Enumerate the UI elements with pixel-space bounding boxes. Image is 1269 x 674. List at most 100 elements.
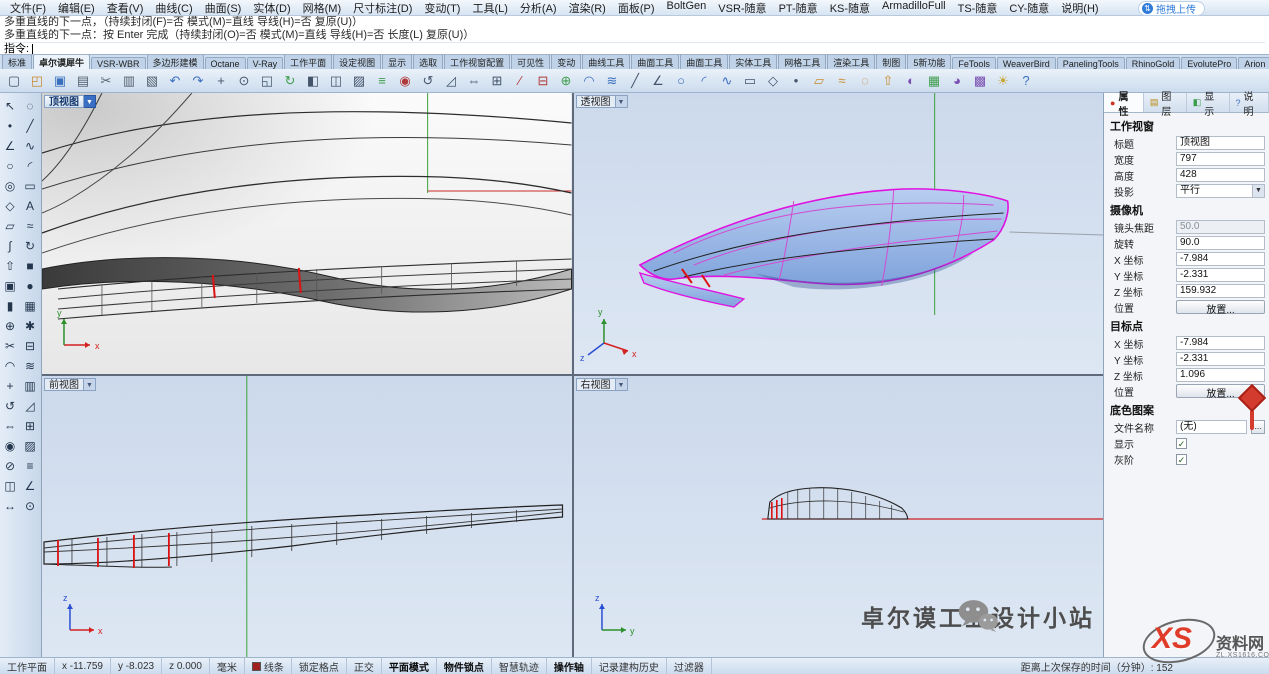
polyline-icon[interactable]: ∠ [647,71,669,91]
viewport-menu-arrow-icon[interactable]: ▼ [616,95,628,108]
toggle-操作轴[interactable]: 操作轴 [547,658,592,674]
zoom-icon[interactable]: ⊙ [20,496,40,516]
freeform-curve-icon[interactable]: ∿ [716,71,738,91]
front-view-canvas[interactable]: z x [42,376,572,657]
menu-item-曲面(S)[interactable]: 曲面(S) [199,0,248,16]
panel-row-value[interactable]: 1.096 [1176,368,1265,382]
viewport-right[interactable]: z y 右视图 ▼ 卓尔谟工业设计小站 [574,376,1104,657]
tab-曲面工具-15[interactable]: 曲面工具 [680,55,728,69]
group-icon[interactable]: ◫ [0,476,20,496]
zoom-icon[interactable]: ⊙ [233,71,255,91]
layer-icon[interactable]: ≡ [20,456,40,476]
menu-item-曲线(C)[interactable]: 曲线(C) [149,0,198,16]
revolve-icon[interactable]: ↻ [20,236,40,256]
toggle-智慧轨迹[interactable]: 智慧轨迹 [492,658,547,674]
tab-选取-9[interactable]: 选取 [413,55,443,69]
checkbox[interactable]: ✓ [1176,438,1187,449]
menu-item-文件(F)[interactable]: 文件(F) [4,0,52,16]
panel-row-value[interactable]: 159.932 [1176,284,1265,298]
ellipse-icon[interactable]: ◎ [0,176,20,196]
viewport-menu-arrow-icon[interactable]: ▼ [84,95,96,108]
menu-item-编辑(E)[interactable]: 编辑(E) [52,0,101,16]
tab-网格工具-17[interactable]: 网格工具 [778,55,826,69]
tab-显示-8[interactable]: 显示 [382,55,412,69]
panel-tab-属性[interactable]: ●属性 [1104,93,1144,112]
menu-item-ArmadilloFull[interactable]: ArmadilloFull [876,0,952,16]
material-icon[interactable]: ▩ [969,71,991,91]
tab-制图-19[interactable]: 制图 [876,55,906,69]
split-icon[interactable]: ⊟ [20,336,40,356]
tab-RhinoGold-24[interactable]: RhinoGold [1126,57,1181,69]
fillet-icon[interactable]: ◠ [0,356,20,376]
wireframe-view-icon[interactable]: ◫ [325,71,347,91]
panel-row-value[interactable]: 顶视图 [1176,136,1265,150]
tab-工作平面-6[interactable]: 工作平面 [284,55,332,69]
place-button[interactable]: 放置... [1176,300,1265,314]
menu-item-CY-随意[interactable]: CY-随意 [1003,0,1055,16]
trim-icon[interactable]: ∕ [509,71,531,91]
viewport-menu-arrow-icon[interactable]: ▼ [84,378,96,391]
panel-row-value[interactable]: 90.0 [1176,236,1265,250]
tab-PanelingTools-23[interactable]: PanelingTools [1057,57,1125,69]
upload-button[interactable]: ⇅ 拖拽上传 [1138,1,1205,16]
point-icon[interactable]: • [0,116,20,136]
hide-icon[interactable]: ▨ [20,436,40,456]
mirror-icon[interactable]: ⇔ [463,71,485,91]
viewport-top[interactable]: x y 顶视图 ▼ [42,93,572,374]
tab-FeTools-21[interactable]: FeTools [952,57,996,69]
menu-item-实体(D)[interactable]: 实体(D) [247,0,296,16]
tab-曲面工具-14[interactable]: 曲面工具 [631,55,679,69]
tab-5新功能-20[interactable]: 5新功能 [907,55,951,69]
line-icon[interactable]: ╱ [20,116,40,136]
menu-item-分析(A)[interactable]: 分析(A) [514,0,563,16]
redo-icon[interactable]: ↷ [187,71,209,91]
viewport-label-perspective[interactable]: 透视图 ▼ [576,95,628,108]
boolean-icon[interactable]: ◐ [900,71,922,91]
menu-item-KS-随意[interactable]: KS-随意 [824,0,876,16]
offset-icon[interactable]: ≋ [601,71,623,91]
top-view-canvas[interactable]: x y [42,93,572,374]
select-icon[interactable]: ↖ [0,96,20,116]
tab-VSR-WBR-2[interactable]: VSR-WBR [91,57,146,69]
copy-icon[interactable]: ▥ [118,71,140,91]
tab-曲线工具-13[interactable]: 曲线工具 [582,55,630,69]
toggle-物件锁点[interactable]: 物件锁点 [437,658,492,674]
menu-item-网格(M)[interactable]: 网格(M) [297,0,348,16]
fillet-icon[interactable]: ◠ [578,71,600,91]
extrude-icon[interactable]: ⇧ [877,71,899,91]
viewport-front[interactable]: z x 前视图 ▼ [42,376,572,657]
tab-实体工具-16[interactable]: 实体工具 [729,55,777,69]
properties-icon[interactable]: ◉ [394,71,416,91]
explode-icon[interactable]: ✱ [20,316,40,336]
viewport-title-top[interactable]: 顶视图 [44,95,84,108]
tab-变动-12[interactable]: 变动 [551,55,581,69]
lights-icon[interactable]: ☀ [992,71,1014,91]
checkbox[interactable]: ✓ [1176,454,1187,465]
dimension-icon[interactable]: ↔ [0,496,20,516]
circle-icon[interactable]: ○ [0,156,20,176]
measure-icon[interactable]: ∠ [20,476,40,496]
join-icon[interactable]: ⊕ [555,71,577,91]
command-prompt[interactable]: 指令: [4,42,1265,55]
units-button[interactable]: 毫米 [210,658,245,674]
menu-item-变动(T)[interactable]: 变动(T) [418,0,466,16]
sweep-icon[interactable]: ∫ [0,236,20,256]
trim-icon[interactable]: ✂ [0,336,20,356]
rotate-view-icon[interactable]: ↻ [279,71,301,91]
polygon-icon[interactable]: ◇ [762,71,784,91]
ghosted-view-icon[interactable]: ▨ [348,71,370,91]
solid-icon[interactable]: ■ [20,256,40,276]
panel-row-value[interactable]: (无) [1176,420,1247,434]
panel-row-value[interactable]: 平行▼ [1176,184,1265,198]
scale-icon[interactable]: ◿ [440,71,462,91]
panel-tab-图层[interactable]: ▤图层 [1144,93,1187,112]
viewport-menu-arrow-icon[interactable]: ▼ [616,378,628,391]
loft-icon[interactable]: ≈ [20,216,40,236]
zoom-window-icon[interactable]: ◱ [256,71,278,91]
toggle-锁定格点[interactable]: 锁定格点 [292,658,347,674]
surface-icon[interactable]: ▱ [808,71,830,91]
split-icon[interactable]: ⊟ [532,71,554,91]
polyline-icon[interactable]: ∠ [0,136,20,156]
copy-icon[interactable]: ▥ [20,376,40,396]
lock-icon[interactable]: ⊘ [0,456,20,476]
